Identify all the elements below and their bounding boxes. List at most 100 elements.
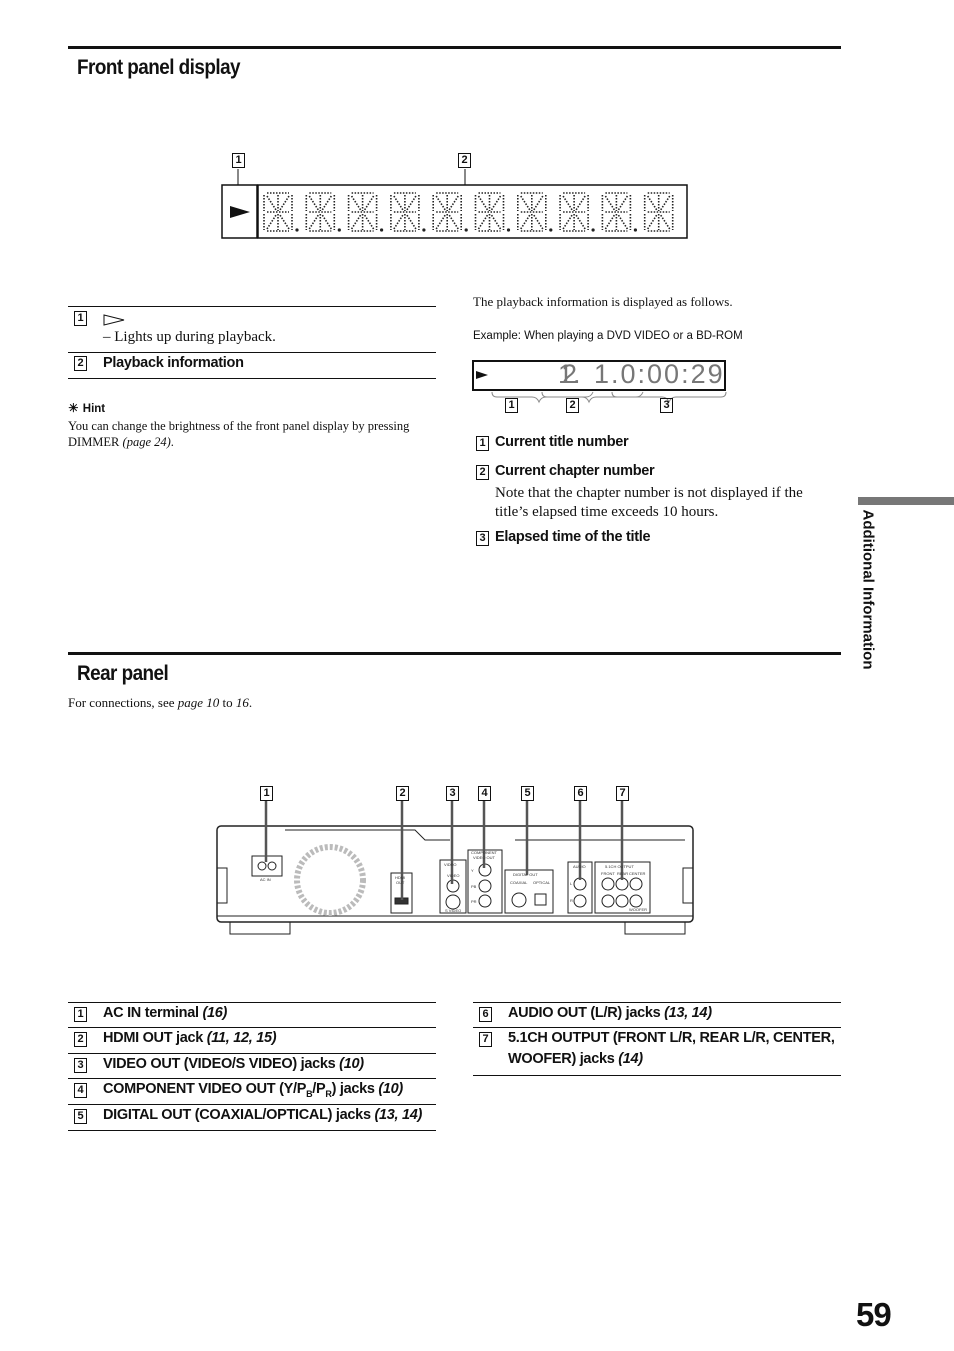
play-icon — [476, 371, 488, 379]
hint-body: You can change the brightness of the fro… — [68, 419, 410, 449]
rear-items-right: 6 AUDIO OUT (L/R) jacks (13, 14) 7 5.1CH… — [473, 1002, 841, 1082]
item-label: COMPONENT VIDEO OUT (Y/PB/PR) jacks (10) — [103, 1081, 403, 1099]
page-ref-link[interactable]: (11, 12, 15) — [207, 1030, 277, 1046]
hint: ☀ Hint You can change the brightness of … — [68, 399, 438, 450]
label-text: HDMI OUT jack — [103, 1030, 207, 1046]
item-label-cont: WOOFER) jacks (14) — [508, 1051, 643, 1067]
item-label: Current chapter number — [495, 463, 655, 479]
divider — [473, 1027, 841, 1028]
label-woofer: WOOFER — [629, 907, 647, 912]
label-text: /P — [312, 1081, 326, 1097]
label-51ch-output: 5.1CH OUTPUT — [605, 864, 634, 869]
segment-digit — [517, 192, 547, 232]
label-audio: AUDIO — [573, 864, 586, 869]
segment-digit — [643, 192, 674, 232]
label-out: OUT — [396, 880, 405, 885]
hint-label: Hint — [82, 403, 106, 415]
item-label: VIDEO OUT (VIDEO/S VIDEO) jacks (10) — [103, 1056, 364, 1072]
front-panel-display-diagram: 1 2 — [220, 150, 690, 245]
text: . — [248, 695, 253, 710]
segment-digit — [432, 192, 462, 232]
item-number: 4 — [74, 1083, 87, 1098]
item-number: 1 — [74, 311, 87, 326]
label-pr: PR — [471, 899, 477, 904]
play-outline-icon — [103, 314, 125, 326]
label-front: FRONT — [601, 871, 615, 876]
segment-dot — [337, 228, 341, 232]
divider — [68, 1053, 436, 1054]
item-label: AC IN terminal (16) — [103, 1005, 227, 1021]
callout-3: 3 — [660, 398, 673, 413]
text: For connections, see — [68, 695, 178, 710]
segment-dot — [549, 228, 553, 232]
divider — [68, 1130, 436, 1131]
label-text: COMPONENT VIDEO OUT (Y/P — [103, 1081, 307, 1097]
label-digital-out: DIGITAL OUT — [513, 872, 538, 877]
item-label: Current title number — [495, 434, 629, 450]
page-ref-link[interactable]: page 10 — [178, 695, 220, 710]
divider — [473, 1002, 841, 1003]
label-video: VIDEO — [447, 873, 459, 878]
label-text: DIGITAL OUT (COAXIAL/OPTICAL) jacks — [103, 1107, 375, 1123]
segment-digit — [474, 192, 505, 232]
example-display: 1. 2 1.0:00:29 1 2 3 — [470, 355, 730, 415]
item-number: 1 — [74, 1007, 87, 1022]
rear-items-left: 1 AC IN terminal (16) 2 HDMI OUT jack (1… — [68, 1002, 436, 1132]
segment-digit — [559, 192, 589, 232]
page-ref-link[interactable]: (14) — [618, 1051, 643, 1067]
section-tab-label: Additional Information — [859, 509, 877, 670]
item-number: 1 — [476, 436, 489, 451]
item-label: AUDIO OUT (L/R) jacks (13, 14) — [508, 1005, 712, 1021]
label-y: Y — [471, 868, 474, 873]
item-number: 2 — [74, 356, 87, 371]
divider — [68, 1027, 436, 1028]
lightbulb-icon: ☀ — [68, 401, 79, 415]
label-text: AUDIO OUT (L/R) jacks — [508, 1005, 665, 1021]
callout-2: 2 — [566, 398, 579, 413]
divider — [68, 378, 436, 379]
item-number: 7 — [479, 1032, 492, 1047]
page-ref-link[interactable]: (16) — [202, 1005, 227, 1021]
label-ac-in: AC IN — [260, 877, 271, 882]
segment-digit — [390, 192, 420, 232]
divider — [68, 1104, 436, 1105]
label-video-out-2: VIDEO OUT — [473, 855, 496, 860]
page-ref-link[interactable]: (13, 14) — [374, 1107, 422, 1123]
segment-dot — [295, 228, 299, 232]
hint-text: You can change the brightness of the fro… — [68, 418, 438, 450]
item-description: – Lights up during playback. — [103, 329, 276, 345]
item-note: Note that the chapter number is not disp… — [495, 485, 803, 520]
label-rear: REAR — [617, 871, 628, 876]
item-number: 6 — [479, 1007, 492, 1022]
label-text: AC IN terminal — [103, 1005, 203, 1021]
play-icon — [230, 206, 250, 218]
rear-panel-diagram: 1 2 3 4 5 6 7 AC IN HDMI OUT VIDEO VIDEO… — [215, 780, 695, 940]
page-ref-link[interactable]: (10) — [378, 1081, 403, 1097]
page-ref-link[interactable]: (10) — [339, 1056, 364, 1072]
label-video-out: VIDEO — [444, 862, 456, 867]
label-text: WOOFER) jacks — [508, 1051, 619, 1067]
page-ref-link[interactable]: 16 — [236, 695, 249, 710]
segment-dot — [633, 228, 637, 232]
label-r: R — [570, 898, 573, 903]
page-ref-link[interactable]: (13, 14) — [664, 1005, 712, 1021]
item-number: 3 — [476, 531, 489, 546]
section-rule — [68, 46, 841, 49]
divider — [68, 352, 436, 353]
rear-panel-svg: AC IN HDMI OUT VIDEO VIDEO S VIDEO COMPO… — [216, 801, 694, 935]
label-l: L — [570, 881, 573, 886]
segment-digit — [305, 192, 336, 232]
callout-1: 1 — [505, 398, 518, 413]
playback-intro: The playback information is displayed as… — [473, 294, 733, 309]
segment-dot — [422, 228, 426, 232]
item-label: Elapsed time of the title — [495, 529, 651, 545]
section-rule — [68, 652, 841, 655]
display-elapsed-time: 1.0:00:29 — [594, 359, 725, 389]
segment-digit — [347, 192, 378, 232]
item-label: 5.1CH OUTPUT (FRONT L/R, REAR L/R, CENTE… — [508, 1030, 835, 1046]
page-ref-link[interactable]: (page 24) — [123, 435, 171, 449]
divider — [68, 1002, 436, 1003]
example-caption: Example: When playing a DVD VIDEO or a B… — [473, 330, 743, 342]
segment-digit — [263, 192, 293, 232]
hint-end: . — [170, 435, 174, 449]
